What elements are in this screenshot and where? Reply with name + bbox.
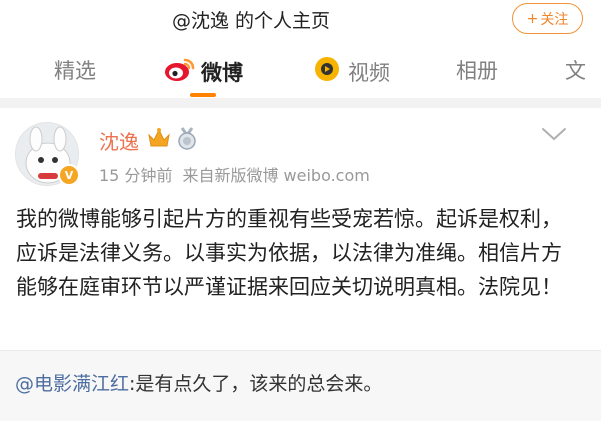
post-source: 来自新版微博 weibo.com <box>182 166 370 185</box>
verified-badge-icon: V <box>58 164 80 186</box>
weibo-post: V 沈逸 15 分钟前 来自新版微博 weibo.com 我的微博能够引起片方的重… <box>0 108 601 348</box>
comment-preview[interactable]: @电影满江红:是有点久了，该来的总会来。 <box>0 350 601 421</box>
tab-label: 精选 <box>54 59 96 83</box>
tab-video[interactable]: 视频 <box>312 55 390 88</box>
medal-icon <box>176 127 198 155</box>
tab-label: 微博 <box>201 60 243 85</box>
tab-weibo[interactable]: 微博 <box>163 55 243 88</box>
weibo-icon <box>163 55 195 88</box>
post-content: 我的微博能够引起片方的重视有些受宠若惊。起诉是权利，应诉是法律义务。以事实为依据… <box>16 207 562 299</box>
tab-label: 文 <box>565 59 586 83</box>
active-tab-indicator <box>190 93 216 97</box>
tab-featured[interactable]: 精选 <box>54 55 96 85</box>
page-title: @沈逸 的个人主页 <box>172 10 331 32</box>
profile-tabs: 精选 微博 视频 相册 文 <box>0 44 601 98</box>
video-icon <box>312 55 342 88</box>
tab-article[interactable]: 文 <box>565 55 586 85</box>
section-divider <box>0 98 601 108</box>
follow-button[interactable]: + 关注 <box>512 3 583 34</box>
comment-body: :是有点久了，该来的总会来。 <box>129 373 383 395</box>
post-meta: 15 分钟前 来自新版微博 weibo.com <box>99 162 370 186</box>
comment-mention[interactable]: @电影满江红 <box>15 373 129 395</box>
top-bar: @沈逸 的个人主页 + 关注 <box>0 0 601 44</box>
tab-album[interactable]: 相册 <box>456 55 498 85</box>
comment-text: @电影满江红:是有点久了，该来的总会来。 <box>15 369 382 396</box>
tab-label: 视频 <box>348 60 390 85</box>
chevron-down-icon[interactable] <box>541 126 567 146</box>
crown-icon <box>147 127 171 153</box>
post-author[interactable]: 沈逸 <box>99 126 139 155</box>
post-time: 15 分钟前 <box>99 166 173 185</box>
follow-plus: + <box>526 10 539 27</box>
follow-label: 关注 <box>540 11 569 28</box>
tab-label: 相册 <box>456 59 498 83</box>
